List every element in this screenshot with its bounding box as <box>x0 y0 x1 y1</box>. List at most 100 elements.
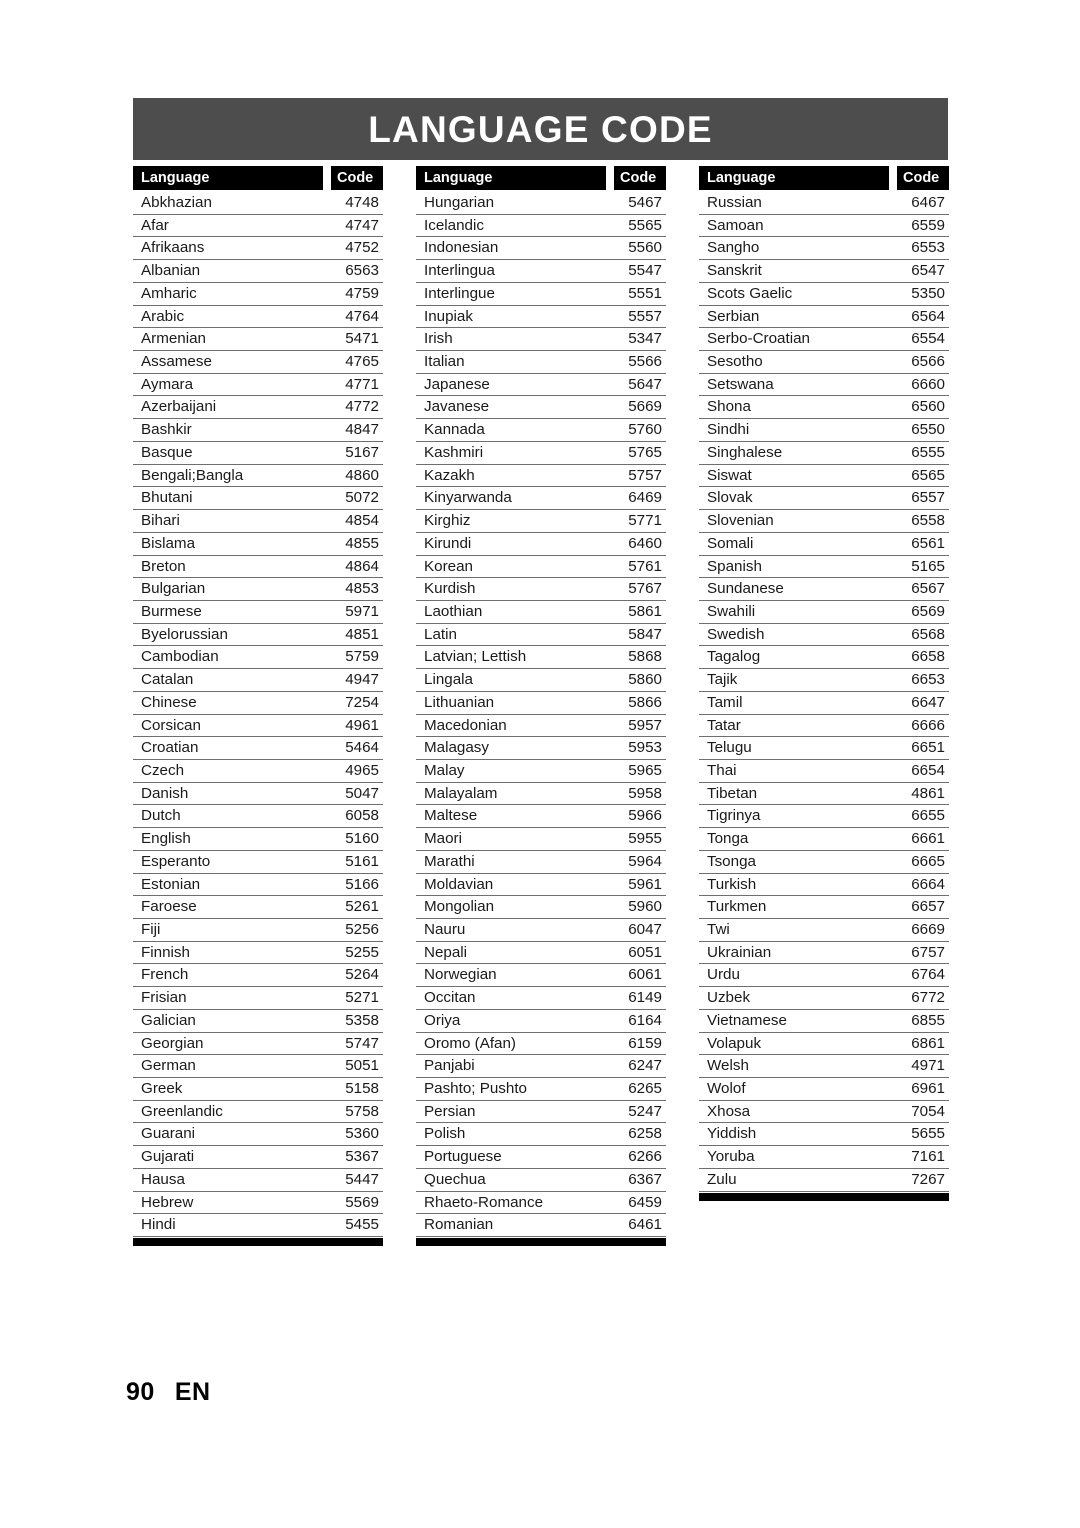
column-end-bar-2 <box>416 1238 666 1247</box>
table-row: Sangho 6553 <box>699 237 949 261</box>
language-name: Ukrainian <box>707 943 772 961</box>
table-row: Finnish 5255 <box>133 942 383 965</box>
language-code-value: 5464 <box>345 739 379 757</box>
table-row: Sindhi 6550 <box>699 419 949 442</box>
language-name: Abkhazian <box>141 194 212 211</box>
language-code-value: 4752 <box>345 239 379 257</box>
language-name: Burmese <box>141 602 202 620</box>
language-name: Occitan <box>424 989 476 1007</box>
language-name: Shona <box>707 398 751 416</box>
language-name: Portuguese <box>424 1148 502 1166</box>
language-name: Pashto; Pushto <box>424 1080 528 1098</box>
language-code-value: 5167 <box>345 443 379 461</box>
table-row: Turkmen 6657 <box>699 896 949 919</box>
language-code-value: 5360 <box>345 1125 379 1143</box>
language-name: Sesotho <box>707 353 763 371</box>
language-name: Breton <box>141 557 186 575</box>
table-row: Slovenian 6558 <box>699 510 949 533</box>
language-code-value: 6664 <box>911 875 945 893</box>
table-row: Zulu 7267 <box>699 1169 949 1192</box>
language-code-value: 6660 <box>911 375 945 393</box>
table-row: Occitan 6149 <box>416 987 666 1010</box>
language-code-value: 6461 <box>628 1216 662 1234</box>
table-row: Russian 6467 <box>699 192 949 215</box>
table-row: Indonesian 5560 <box>416 237 666 261</box>
language-name: Indonesian <box>424 239 499 257</box>
language-code-value: 6651 <box>911 739 945 757</box>
language-name: Finnish <box>141 943 190 961</box>
language-name: English <box>141 830 191 848</box>
language-name: Chinese <box>141 693 197 711</box>
language-code-value: 5647 <box>628 375 662 393</box>
language-code-value: 5761 <box>628 557 662 575</box>
language-code-value: 5255 <box>345 943 379 961</box>
language-name: Telugu <box>707 739 752 757</box>
language-code-value: 6855 <box>911 1011 945 1029</box>
rows-column-3: Russian 6467 Samoan 6559 Sangho 6553 Sanskrit 6… <box>699 192 949 1192</box>
language-code-value: 5960 <box>628 898 662 916</box>
language-code-value: 6961 <box>911 1080 945 1098</box>
language-name: Marathi <box>424 852 475 870</box>
language-code-value: 5955 <box>628 830 662 848</box>
language-name: Aymara <box>141 375 194 393</box>
table-row: Byelorussian 4851 <box>133 624 383 647</box>
language-code-value: 5047 <box>345 784 379 802</box>
language-name: Kinyarwanda <box>424 489 512 507</box>
language-code-value: 5551 <box>628 284 662 302</box>
table-row: Polish 6258 <box>416 1123 666 1147</box>
language-code-value: 5557 <box>628 307 662 325</box>
language-name: Bashkir <box>141 421 192 439</box>
language-name: Moldavian <box>424 875 494 893</box>
language-code-value: 5165 <box>911 557 945 575</box>
language-name: Twi <box>707 921 730 938</box>
language-name: Welsh <box>707 1057 749 1075</box>
table-row: Tajik 6653 <box>699 669 949 692</box>
language-name: Interlingue <box>424 284 495 302</box>
table-row: Korean 5761 <box>416 556 666 579</box>
language-name: Irish <box>424 330 453 348</box>
language-code-value: 5471 <box>345 330 379 348</box>
language-code-value: 5655 <box>911 1125 945 1143</box>
language-code-value: 6367 <box>628 1170 662 1188</box>
rows-column-1: Abkhazian 4748 Afar 4747 Afrikaans 4752 Albani… <box>133 192 383 1238</box>
table-row: Uzbek 6772 <box>699 987 949 1010</box>
language-name: Danish <box>141 784 189 802</box>
language-code-value: 5161 <box>345 852 379 870</box>
language-code-value: 6149 <box>628 989 662 1007</box>
table-row: Yiddish 5655 <box>699 1123 949 1147</box>
table-row: Greenlandic 5758 <box>133 1101 383 1124</box>
table-row: Afrikaans 4752 <box>133 237 383 261</box>
table-row: Telugu 6651 <box>699 737 949 760</box>
table-row: Mongolian 5960 <box>416 896 666 919</box>
language-name: Yiddish <box>707 1125 757 1143</box>
table-row: Kirghiz 5771 <box>416 510 666 533</box>
table-row: French 5264 <box>133 964 383 988</box>
language-name: French <box>141 966 189 984</box>
table-row: Lingala 5860 <box>416 669 666 692</box>
language-name: Turkish <box>707 875 757 893</box>
table-row: Wolof 6961 <box>699 1078 949 1101</box>
language-name: Somali <box>707 534 754 552</box>
table-row: Panjabi 6247 <box>416 1055 666 1079</box>
table-row: Sesotho 6566 <box>699 351 949 374</box>
table-row: Slovak 6557 <box>699 487 949 511</box>
language-code-value: 4855 <box>345 534 379 552</box>
language-name: Kashmiri <box>424 443 484 461</box>
footer-language-code: EN <box>174 1378 211 1406</box>
table-row: Corsican 4961 <box>133 715 383 738</box>
table-row: Rhaeto-Romance 6459 <box>416 1192 666 1215</box>
table-row: Ukrainian 6757 <box>699 942 949 965</box>
language-code-page: LANGUAGE CODE Language Code Abkhazian 474… <box>0 0 1080 1528</box>
column-end-bar-3 <box>699 1192 949 1201</box>
language-name: Italian <box>424 353 465 371</box>
table-row: Interlingua 5547 <box>416 260 666 283</box>
language-code-value: 6555 <box>911 443 945 461</box>
language-code-value: 5866 <box>628 693 662 711</box>
language-name: Tatar <box>707 716 741 734</box>
table-row: Hausa 5447 <box>133 1169 383 1192</box>
rows-column-2: Hungarian 5467 Icelandic 5565 Indonesian 5560… <box>416 192 666 1238</box>
language-code-value: 6653 <box>911 671 945 689</box>
language-name: Cambodian <box>141 648 219 666</box>
language-code-value: 6557 <box>911 489 945 507</box>
table-row: Greek 5158 <box>133 1078 383 1101</box>
